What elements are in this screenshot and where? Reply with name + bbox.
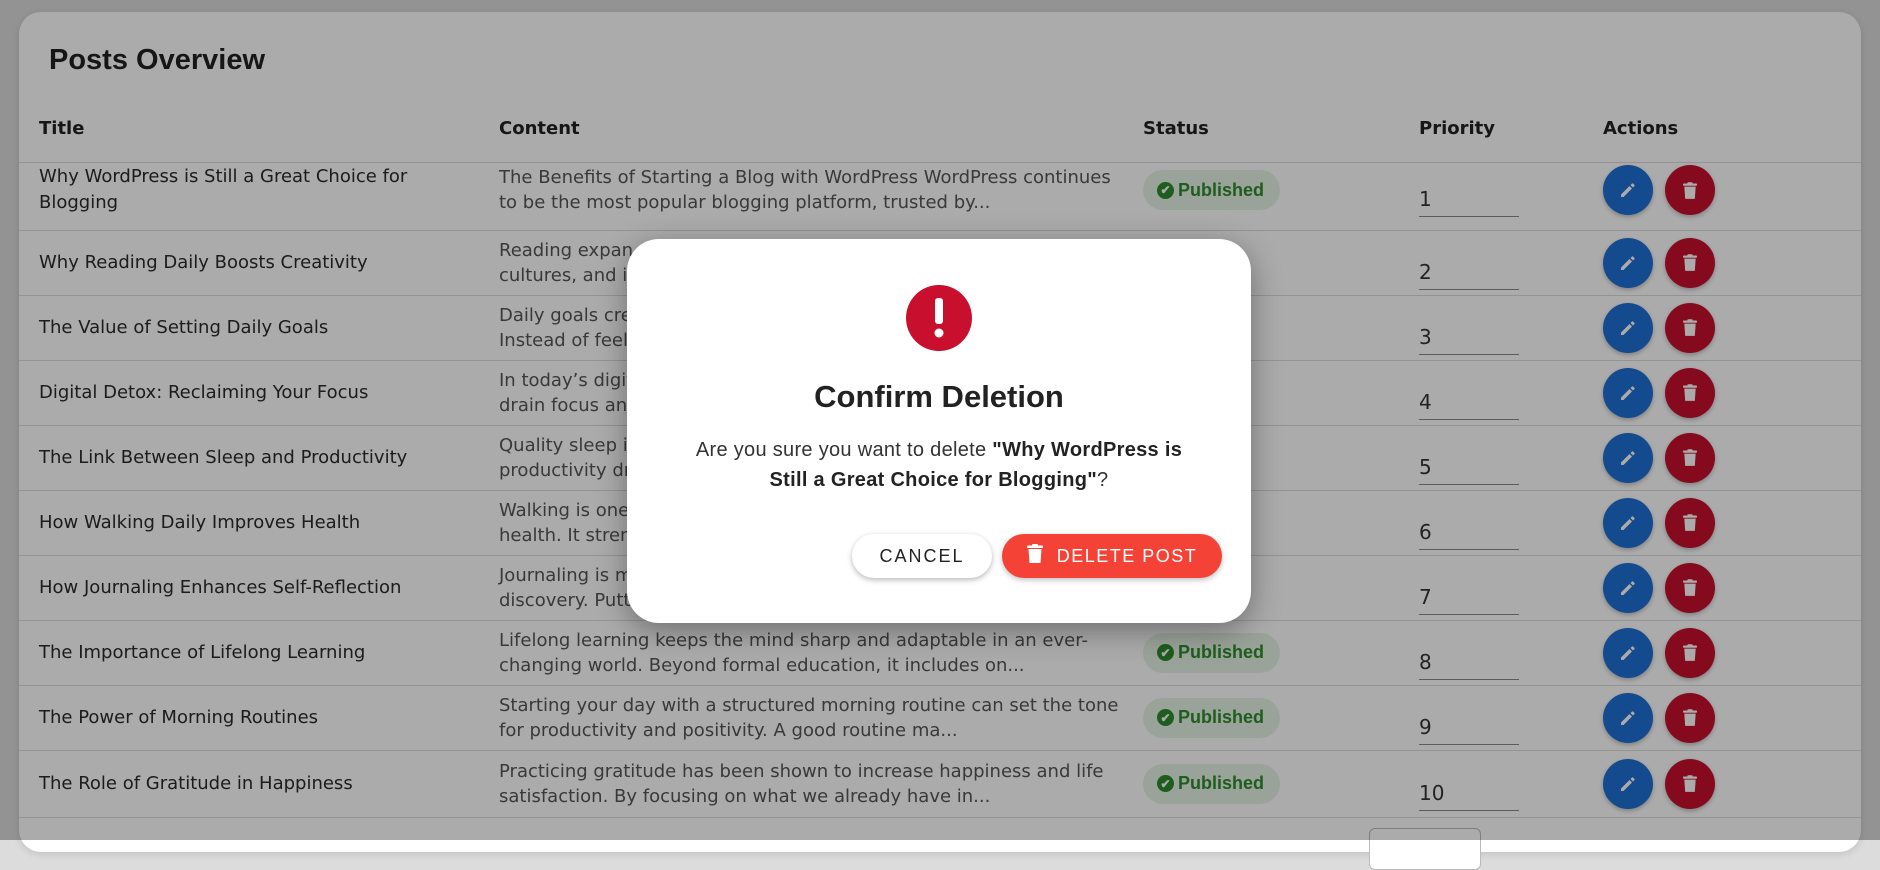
dialog-message-suffix: ? [1097, 469, 1109, 491]
dialog-message-prefix: Are you sure you want to delete [695, 439, 993, 461]
dialog-message: Are you sure you want to delete "Why Wor… [677, 435, 1201, 495]
delete-post-button[interactable]: DELETE POST [1002, 534, 1222, 578]
confirm-delete-dialog: Confirm Deletion Are you sure you want t… [627, 239, 1251, 623]
cancel-button[interactable]: CANCEL [852, 534, 992, 578]
dialog-title: Confirm Deletion [814, 379, 1064, 414]
trash-icon [1026, 544, 1043, 568]
exclamation-icon [906, 285, 972, 351]
delete-post-button-label: DELETE POST [1056, 545, 1198, 566]
cancel-button-label: CANCEL [879, 545, 965, 566]
